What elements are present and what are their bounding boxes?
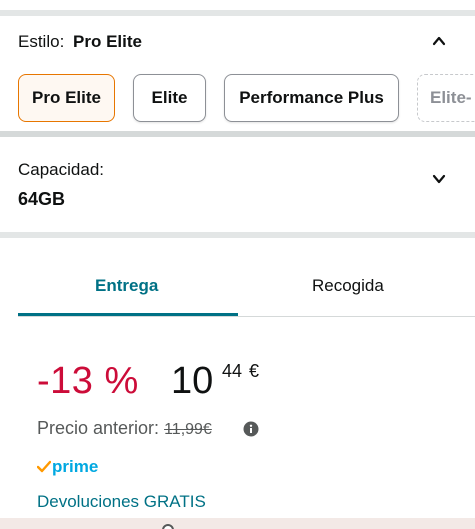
section-divider [0,232,475,238]
style-label: Estilo: [18,32,65,51]
tab-divider [18,316,475,317]
previous-price-value: 11,99€ [164,421,212,438]
previous-price-label: Precio anterior: [37,418,160,438]
chevron-down-icon[interactable] [432,172,446,186]
price-currency: € [249,361,260,381]
price-whole: 10 [171,360,214,402]
prime-label: prime [52,457,99,476]
discount-percent: -13 % [37,360,139,402]
prime-check-icon [36,460,52,474]
tab-pickup[interactable]: Recogida [312,276,384,296]
style-header[interactable]: Estilo: Pro Elite [18,32,142,52]
prime-badge: prime [36,457,99,477]
capacity-value[interactable]: 64GB [18,189,65,210]
top-divider [0,10,475,16]
price-fraction: 44 [222,361,243,381]
style-selected-value: Pro Elite [73,32,142,51]
style-option-elite[interactable]: Elite [133,74,206,122]
style-option-pro-elite[interactable]: Pro Elite [18,74,115,122]
style-option-elite-more[interactable]: Elite- [417,74,475,122]
capacity-label: Capacidad: [18,160,105,179]
previous-price: Precio anterior: 11,99€ [37,418,212,439]
style-option-performance-plus[interactable]: Performance Plus [224,74,399,122]
chevron-up-icon[interactable] [432,34,446,48]
free-returns-link[interactable]: Devoluciones GRATIS [37,492,206,512]
partial-icon [162,524,174,529]
bottom-strip [0,518,475,529]
info-icon[interactable] [243,421,259,437]
section-divider [0,131,475,137]
tab-delivery[interactable]: Entrega [95,276,158,296]
